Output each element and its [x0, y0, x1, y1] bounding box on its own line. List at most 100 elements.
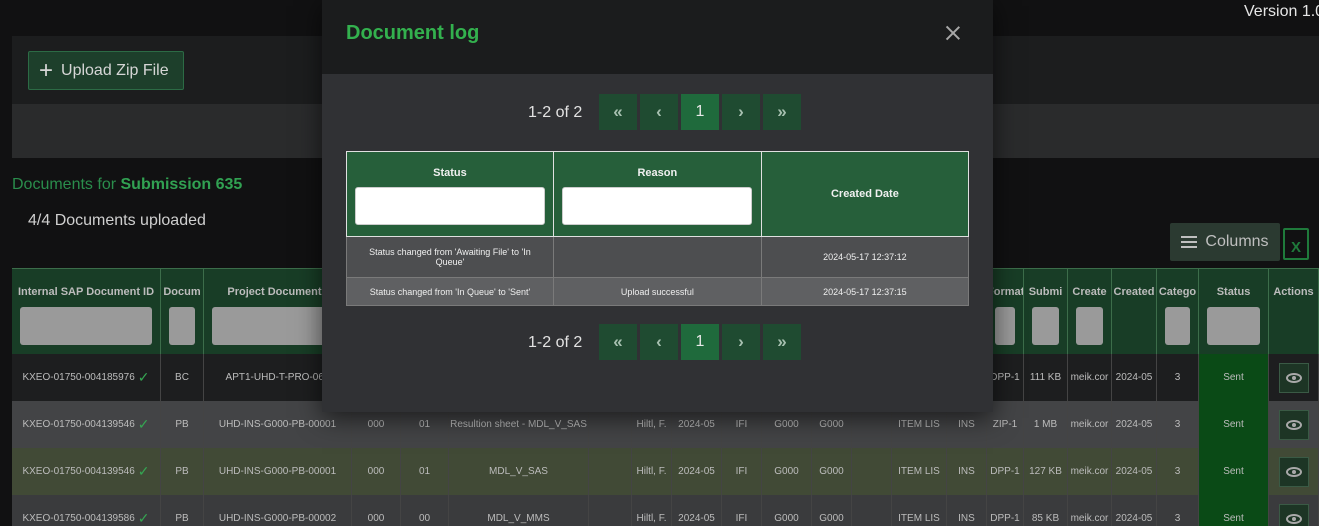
documents-uploaded-count: 4/4 Documents uploaded: [28, 212, 206, 229]
table-cell: 00: [401, 495, 449, 526]
actions-cell: [1269, 448, 1319, 495]
prev-page-button[interactable]: ‹: [640, 324, 678, 360]
column-header-label: Docum: [163, 286, 201, 298]
table-cell: 127 KB: [1024, 448, 1068, 495]
column-header-label: Status: [1216, 286, 1251, 298]
reason-filter-input[interactable]: [562, 187, 753, 225]
table-cell: G000: [812, 448, 852, 495]
created-date-column-header: Created Date: [760, 151, 970, 237]
actions-cell: [1269, 495, 1319, 526]
table-cell: 000: [352, 495, 401, 526]
created-date-cell: 2024-05-17 12:37:12: [760, 236, 970, 278]
prev-page-button[interactable]: ‹: [640, 94, 678, 130]
last-page-button[interactable]: »: [763, 94, 801, 130]
actions-cell: [1269, 354, 1319, 401]
table-cell: 3: [1157, 448, 1199, 495]
column-header: Created: [1112, 268, 1157, 354]
table-cell: meik.cor: [1068, 354, 1112, 401]
column-filter-input[interactable]: [1165, 307, 1190, 345]
reason-column-header: Reason: [552, 151, 762, 237]
table-cell: PB: [161, 495, 204, 526]
modal-header: Document log: [322, 0, 993, 74]
column-filter-input[interactable]: [20, 307, 152, 345]
column-filter-input[interactable]: [1032, 307, 1059, 345]
submission-label: Submission 635: [120, 176, 243, 193]
view-eye-icon[interactable]: [1278, 503, 1309, 526]
upload-zip-button[interactable]: + Upload Zip File: [28, 51, 184, 90]
table-cell: 2024-05: [672, 448, 722, 495]
table-cell: KXEO-01750-004139546 ✓: [12, 448, 161, 495]
reason-cell: [552, 236, 762, 278]
table-cell: [852, 495, 892, 526]
page-1-button[interactable]: 1: [681, 94, 719, 130]
modal-title: Document log: [346, 22, 480, 44]
pager-info: 1-2 of 2: [528, 334, 583, 351]
column-header-label: Catego: [1158, 286, 1197, 298]
first-page-button[interactable]: «: [599, 94, 637, 130]
table-cell: 111 KB: [1024, 354, 1068, 401]
document-log-table: Status Reason Created Date Status change…: [346, 151, 970, 306]
status-filter-input[interactable]: [354, 187, 545, 225]
column-header-label: Actions: [1273, 286, 1314, 298]
column-filter-input[interactable]: [1076, 307, 1103, 345]
table-cell: Hiltl, F.: [632, 495, 672, 526]
check-icon: ✓: [137, 416, 150, 432]
last-page-button[interactable]: »: [763, 324, 801, 360]
table-cell: G000: [812, 495, 852, 526]
check-icon: ✓: [137, 463, 150, 479]
column-header: Docum: [161, 268, 204, 354]
page-1-button[interactable]: 1: [681, 324, 719, 360]
status-cell: Status changed from 'In Queue' to 'Sent': [346, 277, 554, 306]
check-icon: ✓: [137, 369, 150, 385]
pager-info: 1-2 of 2: [528, 104, 583, 121]
column-filter-input[interactable]: [995, 307, 1015, 345]
view-eye-icon[interactable]: [1278, 456, 1309, 487]
view-eye-icon[interactable]: [1278, 362, 1309, 393]
status-header-label: Status: [433, 167, 467, 179]
table-cell: [589, 495, 632, 526]
table-cell: KXEO-01750-004139586 ✓: [12, 495, 161, 526]
column-header: Create: [1068, 268, 1112, 354]
next-page-button[interactable]: ›: [722, 94, 760, 130]
table-cell: meik.cor: [1068, 448, 1112, 495]
table-cell: meik.cor: [1068, 495, 1112, 526]
pager-bottom: 1-2 of 2 « ‹ 1 › »: [322, 324, 993, 362]
close-icon[interactable]: [942, 22, 964, 44]
column-header-label: Created: [1113, 286, 1155, 298]
table-row[interactable]: KXEO-01750-004139546 ✓ PB UHD-INS-G000-PB-0…: [12, 448, 1319, 495]
document-log-modal: Document log 1-2 of 2 « ‹ 1 › » Status R…: [322, 0, 993, 412]
table-cell: [589, 448, 632, 495]
view-eye-icon[interactable]: [1278, 409, 1309, 440]
table-cell: Sent: [1199, 401, 1269, 448]
reason-cell: Upload successful: [552, 277, 762, 306]
columns-icon: [1181, 236, 1198, 248]
column-header-label: Create: [1072, 286, 1107, 298]
table-cell: 3: [1157, 401, 1199, 448]
table-cell: 2024-05: [1112, 401, 1157, 448]
column-header: Catego: [1157, 268, 1199, 354]
table-row: Status changed from 'In Queue' to 'Sent'…: [346, 277, 970, 306]
table-cell: INS: [947, 495, 987, 526]
column-filter-input[interactable]: [1207, 307, 1260, 345]
table-cell: G000: [762, 495, 812, 526]
column-header: Submi: [1024, 268, 1068, 354]
columns-button[interactable]: Columns: [1170, 223, 1280, 261]
status-cell: Status changed from 'Awaiting File' to '…: [346, 236, 554, 278]
actions-cell: [1269, 401, 1319, 448]
table-row[interactable]: KXEO-01750-004139586 ✓ PB UHD-INS-G000-PB-0…: [12, 495, 1319, 526]
table-cell: meik.cor: [1068, 401, 1112, 448]
table-cell: Sent: [1199, 448, 1269, 495]
upload-zip-label: Upload Zip File: [61, 61, 169, 79]
column-filter-input[interactable]: [169, 307, 195, 345]
table-cell: UHD-INS-G000-PB-00001: [204, 448, 352, 495]
table-cell: 1 MB: [1024, 401, 1068, 448]
table-cell: INS: [947, 448, 987, 495]
table-cell: MDL_V_SAS: [449, 448, 589, 495]
documents-for-prefix: Documents for: [12, 176, 117, 193]
next-page-button[interactable]: ›: [722, 324, 760, 360]
table-cell: Hiltl, F.: [632, 448, 672, 495]
first-page-button[interactable]: «: [599, 324, 637, 360]
table-cell: PB: [161, 401, 204, 448]
table-cell: 3: [1157, 354, 1199, 401]
excel-export-icon[interactable]: X: [1283, 228, 1309, 260]
